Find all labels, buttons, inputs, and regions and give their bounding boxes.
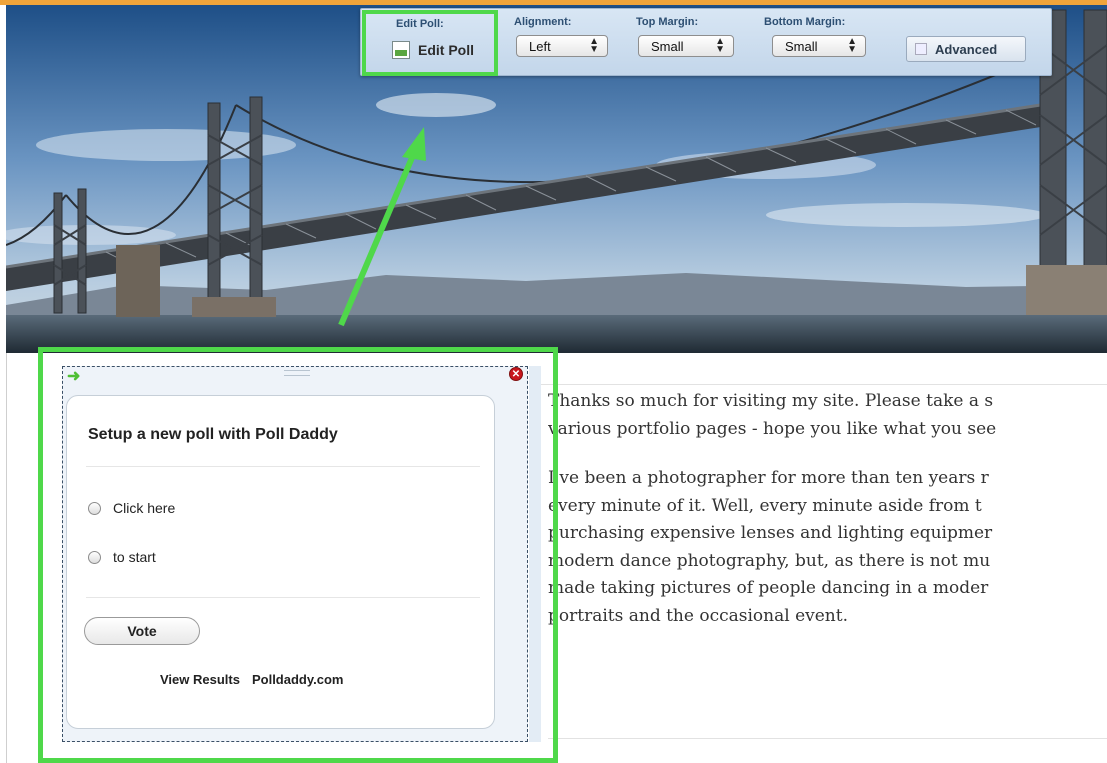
select-arrows-icon: ▲ ▼	[847, 36, 857, 55]
content-bottom-divider	[548, 738, 1107, 739]
welcome-text: Thanks so much for visiting my site. Ple…	[548, 388, 1107, 738]
text-line: made taking pictures of people dancing i…	[548, 578, 989, 598]
text-line: Thanks so much for visiting my site. Ple…	[548, 391, 994, 411]
text-line: purchasing expensive lenses and lighting…	[548, 523, 993, 543]
advanced-label: Advanced	[935, 41, 998, 57]
paragraph-1: Thanks so much for visiting my site. Ple…	[548, 388, 1107, 443]
text-line: modern dance photography, but, as there …	[548, 550, 991, 571]
advanced-checkbox[interactable]	[915, 43, 927, 55]
bottom-margin-label: Bottom Margin:	[764, 16, 846, 28]
top-margin-select[interactable]: Small ▲ ▼	[638, 35, 734, 57]
alignment-label: Alignment:	[514, 16, 572, 28]
page-left-edge	[6, 353, 7, 763]
text-line: portraits and the occasional event.	[548, 605, 848, 626]
paragraph-2: I've been a photographer for more than t…	[548, 465, 1107, 630]
content-top-divider	[530, 384, 1107, 385]
select-arrows-icon: ▲ ▼	[715, 36, 725, 55]
top-margin-label: Top Margin:	[636, 16, 699, 28]
text-line: various portfolio pages - hope you like …	[548, 418, 997, 439]
top-margin-value: Small	[651, 38, 684, 54]
poll-highlight	[38, 347, 558, 763]
edit-poll-highlight	[362, 10, 498, 76]
text-line: I've been a photographer for more than t…	[548, 468, 989, 488]
alignment-select[interactable]: Left ▲ ▼	[516, 35, 608, 57]
select-arrows-icon: ▲ ▼	[589, 36, 599, 55]
alignment-value: Left	[529, 38, 551, 54]
bottom-margin-value: Small	[785, 38, 818, 54]
bottom-margin-select[interactable]: Small ▲ ▼	[772, 35, 866, 57]
text-line: every minute of it. Well, every minute a…	[548, 495, 982, 516]
advanced-button[interactable]: Advanced	[906, 36, 1026, 62]
